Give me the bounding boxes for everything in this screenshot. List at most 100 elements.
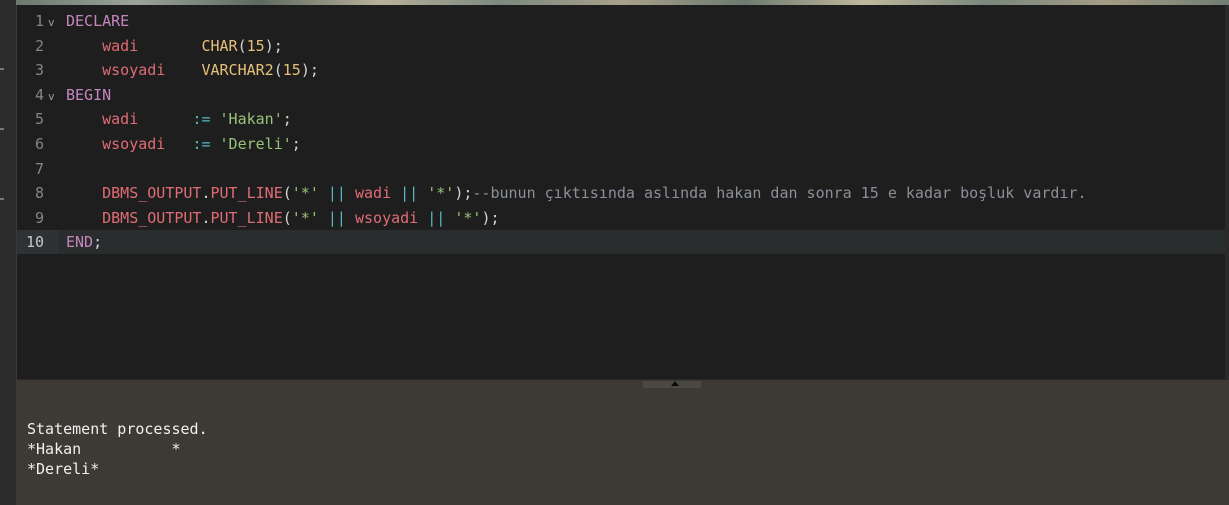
panel-marker	[0, 198, 4, 200]
code-token: CHAR	[201, 36, 238, 55]
code-token: '*'	[291, 184, 319, 203]
splitter-handle[interactable]	[643, 381, 701, 388]
code-token: (	[273, 61, 283, 80]
code-text: wsoyadi VARCHAR2(15);	[66, 58, 319, 82]
code-token: :=	[192, 110, 211, 129]
code-token: DBMS_OUTPUT	[102, 184, 202, 203]
line-number: 1	[34, 12, 44, 30]
code-token: ;	[93, 233, 103, 252]
line-number: 8	[34, 184, 44, 203]
code-token: END	[66, 233, 94, 252]
code-token: ||	[327, 208, 346, 227]
line-gutter: 9	[17, 205, 59, 230]
line-gutter: 3	[17, 58, 59, 83]
code-line[interactable]: 3 wsoyadi VARCHAR2(15);	[17, 58, 1225, 83]
code-line[interactable]: 1 v DECLARE	[17, 9, 1225, 33]
panel-marker	[0, 68, 4, 70]
code-line[interactable]: 10 END;	[17, 230, 1225, 255]
collapse-arrow-icon[interactable]	[671, 381, 679, 386]
editor-scrollbar[interactable]	[1225, 5, 1229, 379]
output-line: Statement processed.	[27, 420, 208, 438]
line-gutter: 1v	[17, 9, 59, 33]
line-gutter: 2	[17, 33, 59, 58]
line-number: 3	[34, 61, 44, 80]
code-text: wsoyadi := 'Dereli';	[66, 132, 301, 156]
code-token: '*'	[427, 184, 455, 203]
code-text: DBMS_OUTPUT.PUT_LINE('*' || wadi || '*')…	[66, 181, 1087, 205]
code-text: wadi := 'Hakan';	[66, 107, 292, 131]
line-gutter: 7	[17, 156, 59, 181]
line-number: 9	[34, 208, 44, 227]
code-line[interactable]: 6 wsoyadi := 'Dereli';	[17, 132, 1225, 156]
code-token: (	[282, 208, 292, 227]
code-text: wadi CHAR(15);	[66, 34, 283, 58]
code-token: '*'	[291, 208, 319, 227]
code-line[interactable]: 5 wadi := 'Hakan';	[17, 107, 1225, 132]
code-token: wadi	[355, 184, 392, 203]
code-text: DECLARE	[66, 9, 129, 33]
code-token: ||	[427, 208, 446, 227]
code-token: );	[300, 61, 319, 80]
code-token: ||	[400, 184, 419, 203]
code-token: BEGIN	[66, 85, 112, 104]
line-gutter: 4v	[17, 82, 59, 109]
code-token: ;	[282, 110, 292, 129]
line-number: 5	[34, 110, 44, 129]
code-token: 'Hakan'	[219, 110, 283, 129]
code-token: );	[264, 36, 283, 55]
code-token: PUT_LINE	[210, 184, 283, 203]
code-token: wadi	[102, 36, 139, 55]
panel-marker	[0, 128, 4, 130]
line-number: 4	[34, 85, 44, 104]
code-token: 'Dereli'	[219, 135, 292, 153]
code-token: (	[282, 184, 292, 203]
code-line[interactable]: 2 wadi CHAR(15);	[17, 33, 1225, 58]
code-line[interactable]: 9 DBMS_OUTPUT.PUT_LINE('*' || wsoyadi ||…	[17, 205, 1225, 230]
code-token: :=	[192, 135, 211, 153]
output-line: *Dereli*	[27, 460, 100, 478]
line-gutter: 6	[17, 132, 59, 156]
code-text: DBMS_OUTPUT.PUT_LINE('*' || wsoyadi || '…	[66, 206, 499, 230]
fold-chevron-icon[interactable]: v	[48, 85, 55, 109]
code-token: ||	[327, 184, 346, 203]
code-text: END;	[66, 230, 102, 254]
line-gutter: 5	[17, 107, 59, 132]
code-token: wsoyadi	[102, 61, 166, 80]
code-line[interactable]: 7	[17, 156, 1225, 181]
output-panel: Statement processed. *Hakan * *Dereli*	[17, 389, 1229, 505]
code-token: DECLARE	[66, 12, 130, 30]
fold-chevron-icon[interactable]: v	[48, 11, 55, 35]
line-number: 10	[25, 233, 44, 252]
line-gutter: 10	[17, 230, 59, 255]
line-number: 2	[34, 36, 44, 55]
line-gutter: 8	[17, 181, 59, 206]
code-text: BEGIN	[66, 83, 111, 107]
code-token: (	[237, 36, 247, 55]
code-line[interactable]: 8 DBMS_OUTPUT.PUT_LINE('*' || wadi || '*…	[17, 181, 1225, 206]
code-token: wsoyadi	[102, 135, 166, 153]
code-token: --bunun çıktısında aslında hakan dan son…	[472, 184, 1087, 203]
output-line: *Hakan *	[27, 440, 181, 458]
code-line[interactable]: 4 v BEGIN	[17, 82, 1225, 109]
code-editor[interactable]: 1 v DECLARE 2 wadi CHAR(15); 3 wsoyadi VARCH…	[17, 5, 1229, 379]
code-token: PUT_LINE	[210, 208, 283, 227]
code-token: 15	[246, 36, 265, 55]
